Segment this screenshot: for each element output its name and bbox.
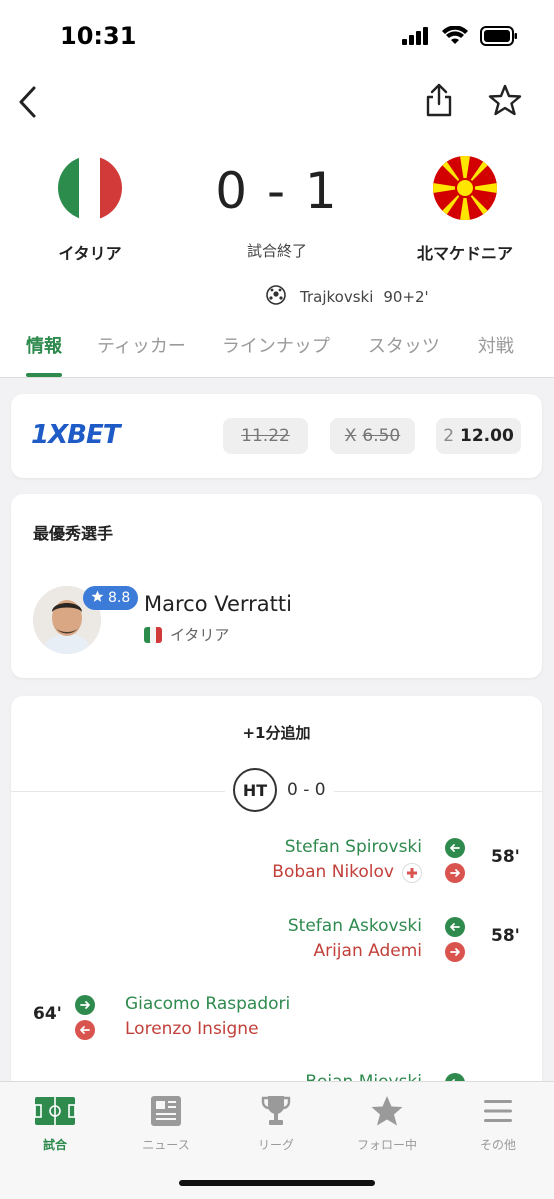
odds-draw-label: X (344, 426, 357, 446)
star-icon (342, 1094, 432, 1128)
sub-minute: 58' (491, 926, 520, 946)
tab-stats[interactable]: スタッツ (368, 318, 440, 377)
italy-flag-icon (58, 156, 122, 220)
newspaper-icon (121, 1094, 211, 1128)
sub-out-player[interactable]: Lorenzo Insigne (125, 1017, 290, 1042)
share-icon (426, 83, 452, 117)
nav-matches[interactable]: 試合 (10, 1094, 100, 1153)
sub-arrows (75, 995, 97, 1045)
soccer-ball-icon (266, 285, 286, 309)
sub-names: Stefan Spirovski Boban Nikolov (272, 835, 422, 885)
home-indicator (179, 1180, 375, 1186)
status-bar: 10:31 (0, 0, 554, 72)
potm-player-name[interactable]: Marco Verratti (144, 592, 292, 616)
goal-minute: 90+2' (383, 288, 429, 306)
tab-ticker[interactable]: ティッカー (97, 318, 186, 377)
status-time: 10:31 (60, 22, 137, 50)
goal-event: Trajkovski 90+2' (266, 285, 429, 309)
substitution-event[interactable]: 64' Giacomo Raspadori Lorenzo Insigne (11, 992, 542, 1044)
sub-arrows (445, 838, 467, 888)
home-team-name: イタリア (58, 244, 122, 263)
share-button[interactable] (418, 76, 460, 124)
sub-in-player[interactable]: Stefan Spirovski (272, 835, 422, 860)
nav-leagues[interactable]: リーグ (231, 1094, 321, 1153)
odds-home-value: 1.22 (251, 426, 290, 446)
odds-draw[interactable]: X 6.50 (330, 418, 415, 454)
match-tabs: 情報 ティッカー ラインナップ スタッツ 対戦 (0, 318, 554, 378)
wifi-icon (442, 25, 468, 50)
ht-score: 0 - 0 (287, 780, 326, 800)
sub-out-row: Boban Nikolov (272, 860, 422, 885)
bookmaker-logo[interactable]: 1XBET (31, 420, 120, 450)
back-button[interactable] (8, 78, 48, 126)
odds-away-value: 12.00 (460, 426, 514, 446)
arrow-in-icon (445, 917, 465, 937)
follow-star-button[interactable] (484, 76, 526, 124)
sub-minute: 58' (491, 847, 520, 867)
nav-leagues-label: リーグ (257, 1138, 294, 1152)
match-events-card: +1分追加 HT 0 - 0 Stefan Spirovski Boban Ni… (11, 696, 542, 1096)
away-team[interactable]: 北マケドニア (385, 156, 545, 264)
ht-badge: HT (233, 768, 277, 812)
trophy-icon (231, 1094, 321, 1128)
goal-scorer: Trajkovski (300, 288, 374, 306)
arrow-in-icon (445, 838, 465, 858)
odds-away-label: 2 (443, 426, 455, 446)
halftime-marker: HT 0 - 0 (225, 768, 334, 812)
away-team-name: 北マケドニア (416, 244, 513, 263)
substitution-event[interactable]: Stefan Askovski Arijan Ademi 58' (11, 914, 542, 966)
odds-home[interactable]: 1 1.22 (223, 418, 308, 454)
italy-mini-flag-icon (144, 626, 162, 643)
top-bar (0, 72, 554, 132)
arrow-out-icon (445, 863, 465, 883)
star-outline-icon (488, 84, 522, 116)
sub-out-player[interactable]: Arijan Ademi (313, 939, 422, 964)
potm-team-name: イタリア (170, 626, 230, 644)
rating-value: 8.8 (108, 590, 131, 606)
added-time-label: +1分追加 (242, 724, 311, 742)
match-score: 0 - 1 (215, 162, 339, 220)
match-status: 試合終了 (246, 242, 307, 260)
tab-lineup[interactable]: ラインナップ (222, 318, 330, 377)
odds-draw-value: 6.50 (362, 426, 401, 446)
arrow-in-icon (75, 995, 95, 1015)
tab-head-to-head[interactable]: 対戦 (478, 318, 514, 377)
odds-home-label: 1 (241, 426, 252, 446)
nav-following-label: フォロー中 (356, 1138, 417, 1152)
rating-star-icon (91, 589, 104, 607)
sub-minute: 64' (33, 1004, 62, 1024)
substitution-event[interactable]: Stefan Spirovski Boban Nikolov 58' (11, 835, 542, 887)
injury-icon (402, 862, 422, 883)
arrow-out-icon (445, 942, 465, 962)
nav-more-label: その他 (479, 1138, 516, 1152)
potm-title: 最優秀選手 (33, 524, 114, 543)
sub-out-row: Arijan Ademi (288, 939, 422, 964)
sub-names: Giacomo Raspadori Lorenzo Insigne (125, 992, 290, 1042)
player-of-the-match-card[interactable]: 最優秀選手 8.8 Marco Verratti イタリア (11, 494, 542, 678)
sub-arrows (445, 917, 467, 967)
nav-more[interactable]: その他 (453, 1094, 543, 1153)
tab-info[interactable]: 情報 (26, 318, 62, 377)
odds-away[interactable]: 2 12.00 (436, 418, 521, 454)
nav-news[interactable]: ニュース (121, 1094, 211, 1153)
sub-out-player[interactable]: Boban Nikolov (272, 860, 394, 885)
nav-news-label: ニュース (142, 1138, 190, 1152)
sub-in-player[interactable]: Stefan Askovski (288, 914, 422, 939)
potm-player-team: イタリア (144, 624, 229, 645)
rating-badge: 8.8 (83, 586, 139, 610)
nav-following[interactable]: フォロー中 (342, 1094, 432, 1153)
battery-icon (480, 26, 518, 50)
menu-icon (453, 1094, 543, 1128)
nav-matches-label: 試合 (42, 1138, 67, 1152)
chevron-left-icon (19, 86, 36, 118)
pitch-icon (10, 1094, 100, 1128)
arrow-out-icon (75, 1020, 95, 1040)
odds-card[interactable]: 1XBET 1 1.22 X 6.50 2 12.00 (11, 394, 542, 478)
signal-icon (402, 27, 430, 49)
status-icons (402, 25, 518, 50)
sub-names: Stefan Askovski Arijan Ademi (288, 914, 422, 964)
home-team[interactable]: イタリア (10, 156, 170, 264)
sub-in-player[interactable]: Giacomo Raspadori (125, 992, 290, 1017)
north-macedonia-flag-icon (433, 156, 497, 220)
